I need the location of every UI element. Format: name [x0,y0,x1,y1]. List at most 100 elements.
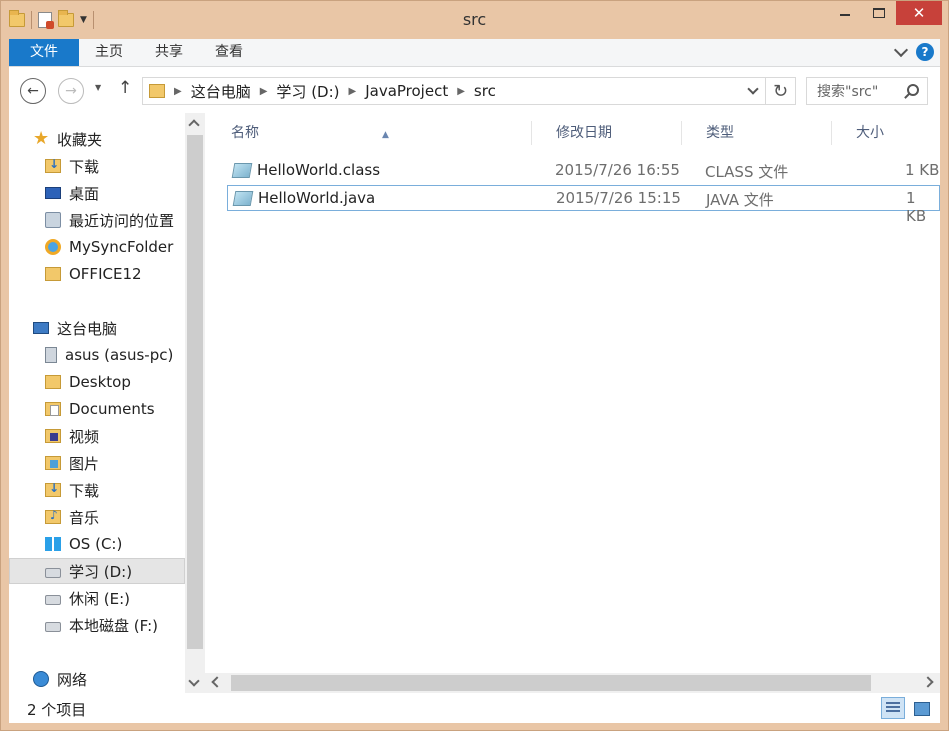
sidebar-item-network[interactable]: 网络 [9,666,185,692]
scroll-left-icon[interactable] [211,676,223,688]
search-box[interactable]: 搜索"src" [806,77,928,105]
up-arrow-icon[interactable]: ↑ [118,78,132,98]
downloads-folder-icon [45,481,61,497]
maximize-button[interactable] [862,1,896,25]
tab-view[interactable]: 查看 [199,39,259,66]
back-button[interactable]: ← [20,78,46,104]
drive-icon [45,595,61,605]
file-list-scrollbar[interactable] [205,673,940,693]
sidebar-item-label: 桌面 [69,184,100,203]
breadcrumb-item-javaproject[interactable]: JavaProject [365,82,448,100]
address-history-dropdown-icon[interactable] [747,83,759,95]
navigation-pane: ★ 收藏夹 下载 桌面 最近访问的位置 MySyncFolder OFFICE12… [9,113,185,693]
breadcrumb: ▶ 这台电脑 ▶ 学习 (D:) ▶ JavaProject ▶ src [165,81,496,102]
status-bar: 2 个项目 [9,693,940,723]
large-icons-view-icon[interactable] [909,697,933,719]
sidebar-item-drive-d[interactable]: 学习 (D:) [9,558,185,584]
recent-locations-dropdown-icon[interactable]: ▼ [95,83,101,92]
column-header-name[interactable]: 名称 ▲ [205,121,525,145]
file-date: 2015/7/26 15:15 [556,189,681,207]
column-header-size[interactable]: 大小 [831,121,941,145]
sidebar-item-label: 最近访问的位置 [69,211,175,230]
close-button[interactable]: ✕ [896,1,942,25]
search-input[interactable]: 搜索"src" [817,81,878,101]
expand-ribbon-icon[interactable] [893,42,909,58]
item-count: 2 个项目 [27,701,87,719]
user-icon [45,347,57,363]
sidebar-item-drive-e[interactable]: 休闲 (E:) [9,585,185,611]
sidebar-item-pictures[interactable]: 图片 [9,450,185,476]
sidebar-item-videos[interactable]: 视频 [9,423,185,449]
videos-icon [45,429,61,443]
file-date: 2015/7/26 16:55 [555,161,680,179]
refresh-button[interactable]: ↻ [766,77,796,105]
breadcrumb-separator-icon[interactable]: ▶ [457,86,465,97]
minimize-icon [840,14,850,16]
breadcrumb-item-this-pc[interactable]: 这台电脑 [191,81,251,102]
ribbon: 文件 主页 共享 查看 ? [9,39,940,67]
sidebar-item-label: 视频 [69,427,100,446]
sidebar-item-music[interactable]: 音乐 [9,504,185,530]
column-header-date[interactable]: 修改日期 [531,121,681,145]
sidebar-item-downloads[interactable]: 下载 [9,153,185,179]
breadcrumb-separator-icon[interactable]: ▶ [349,86,357,97]
minimize-button[interactable] [828,1,862,25]
help-icon[interactable]: ? [916,43,934,61]
scroll-up-icon[interactable] [188,119,200,131]
breadcrumb-item-drive-d[interactable]: 学习 (D:) [276,81,339,102]
file-name: HelloWorld.class [257,161,381,179]
forward-button[interactable]: → [58,78,84,104]
sidebar-item-label: 下载 [69,157,100,176]
scrollbar-thumb[interactable] [187,135,203,649]
breadcrumb-separator-icon[interactable]: ▶ [260,86,268,97]
music-icon [45,508,61,524]
tab-home[interactable]: 主页 [79,39,139,66]
sidebar-item-desktop-folder[interactable]: Desktop [9,369,185,395]
sidebar-item-label: Documents [69,400,155,418]
sidebar-item-label: MySyncFolder [69,238,174,256]
sidebar-item-label: 图片 [69,454,100,473]
close-icon: ✕ [912,4,926,22]
sidebar-item-label: 学习 (D:) [69,562,133,581]
column-header-type[interactable]: 类型 [681,121,831,145]
column-header-label: 类型 [706,125,734,141]
address-bar[interactable]: ▶ 这台电脑 ▶ 学习 (D:) ▶ JavaProject ▶ src [142,77,766,105]
scroll-right-icon[interactable] [922,676,934,688]
desktop-icon [45,187,61,199]
sidebar-item-recent-places[interactable]: 最近访问的位置 [9,207,185,233]
tab-file[interactable]: 文件 [9,39,79,66]
sidebar-item-documents[interactable]: Documents [9,396,185,422]
breadcrumb-separator-icon[interactable]: ▶ [174,86,182,97]
sidebar-item-favorites[interactable]: ★ 收藏夹 [9,126,185,152]
search-icon[interactable] [907,84,919,96]
sidebar-item-asus[interactable]: asus (asus-pc) [9,342,185,368]
sidebar-item-label: Desktop [69,373,131,391]
content-area: ★ 收藏夹 下载 桌面 最近访问的位置 MySyncFolder OFFICE12… [9,113,940,693]
sidebar-item-this-pc[interactable]: 这台电脑 [9,315,185,341]
breadcrumb-item-src[interactable]: src [474,82,496,100]
explorer-window: ▼ src ✕ 文件 主页 共享 查看 ? ← → ▼ ↑ ▶ 这台电脑 ▶ 学… [0,0,949,731]
arrow-left-icon: ← [27,83,39,99]
sidebar-item-downloads-pc[interactable]: 下载 [9,477,185,503]
title-bar: ▼ src ✕ [1,1,948,39]
navigation-pane-scrollbar[interactable] [185,113,205,693]
maximize-icon [873,8,885,18]
file-row[interactable]: HelloWorld.java 2015/7/26 15:15 JAVA 文件 … [227,185,940,225]
sidebar-item-drive-f[interactable]: 本地磁盘 (F:) [9,612,185,638]
sidebar-item-office12[interactable]: OFFICE12 [9,261,185,287]
details-view-icon[interactable] [881,697,905,719]
sidebar-item-desktop[interactable]: 桌面 [9,180,185,206]
sidebar-item-drive-c[interactable]: OS (C:) [9,531,185,557]
tab-share[interactable]: 共享 [139,39,199,66]
sidebar-item-label: 本地磁盘 (F:) [69,616,158,635]
file-type: JAVA 文件 [706,191,774,209]
scroll-down-icon[interactable] [188,675,200,687]
file-type: CLASS 文件 [705,163,789,181]
documents-icon [45,402,61,416]
sidebar-item-mysyncfolder[interactable]: MySyncFolder [9,234,185,260]
sidebar-item-label: 网络 [57,670,88,689]
ribbon-right: ? [893,42,934,61]
file-row[interactable]: HelloWorld.class 2015/7/26 16:55 CLASS 文… [227,158,940,184]
scrollbar-thumb[interactable] [231,675,871,691]
sidebar-item-label: OS (C:) [69,535,123,553]
